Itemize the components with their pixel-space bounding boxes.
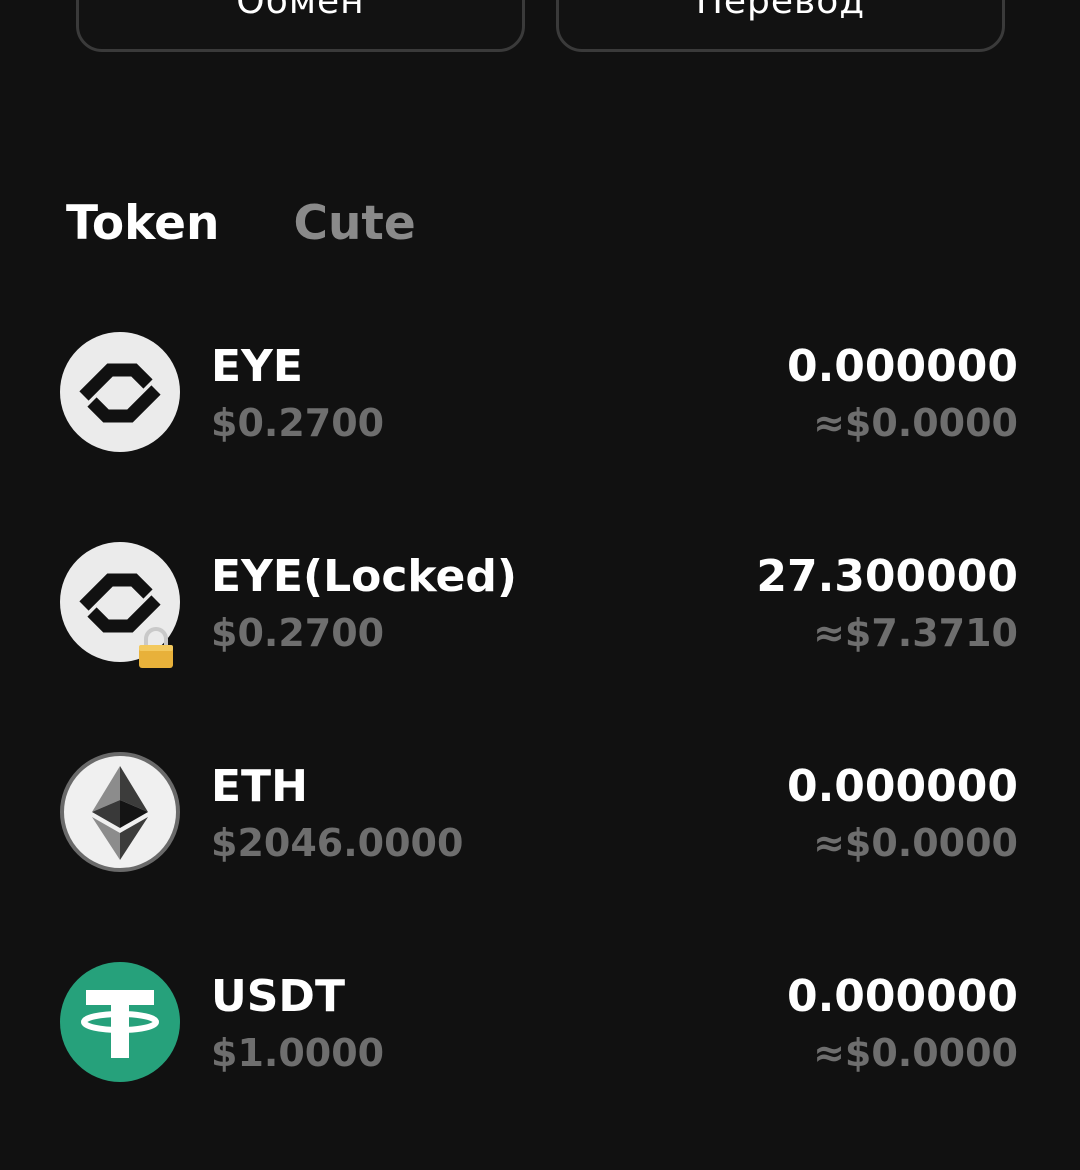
- token-value: ≈$0.0000: [813, 821, 1018, 865]
- token-value: ≈$0.0000: [813, 1031, 1018, 1075]
- token-price: $0.2700: [211, 611, 385, 655]
- exchange-button-label: Обмен: [236, 0, 365, 22]
- tab-token[interactable]: Token: [66, 192, 219, 256]
- token-value: ≈$7.3710: [813, 611, 1018, 655]
- token-price: $0.2700: [211, 401, 385, 445]
- token-price: $2046.0000: [211, 821, 464, 865]
- token-name: EYE(Locked): [211, 551, 517, 602]
- token-row-eth[interactable]: ETH $2046.0000 0.000000 ≈$0.0000: [0, 750, 1080, 960]
- token-row-eye[interactable]: EYE $0.2700 0.000000 ≈$0.0000: [0, 330, 1080, 540]
- token-list: EYE $0.2700 0.000000 ≈$0.0000 EYE(Locked…: [0, 330, 1080, 1170]
- lock-icon: [136, 626, 176, 670]
- token-amount: 0.000000: [786, 971, 1018, 1022]
- exchange-button[interactable]: Обмен: [76, 0, 525, 52]
- asset-tabs: Token Cute: [66, 192, 416, 256]
- ethereum-icon: [60, 752, 180, 872]
- token-name: ETH: [211, 761, 308, 812]
- token-name: USDT: [211, 971, 345, 1022]
- token-amount: 27.300000: [756, 551, 1018, 602]
- token-row-usdt[interactable]: USDT $1.0000 0.000000 ≈$0.0000: [0, 960, 1080, 1170]
- tether-icon: [60, 962, 180, 1082]
- transfer-button-label: Перевод: [695, 0, 866, 22]
- tab-cute[interactable]: Cute: [293, 192, 415, 256]
- top-actions: Обмен Перевод: [0, 0, 1080, 60]
- token-row-eye-locked[interactable]: EYE(Locked) $0.2700 27.300000 ≈$7.3710: [0, 540, 1080, 750]
- token-value: ≈$0.0000: [813, 401, 1018, 445]
- token-name: EYE: [211, 341, 303, 392]
- eye-token-icon: [60, 332, 180, 452]
- token-amount: 0.000000: [786, 341, 1018, 392]
- token-amount: 0.000000: [786, 761, 1018, 812]
- transfer-button[interactable]: Перевод: [556, 0, 1005, 52]
- token-price: $1.0000: [211, 1031, 385, 1075]
